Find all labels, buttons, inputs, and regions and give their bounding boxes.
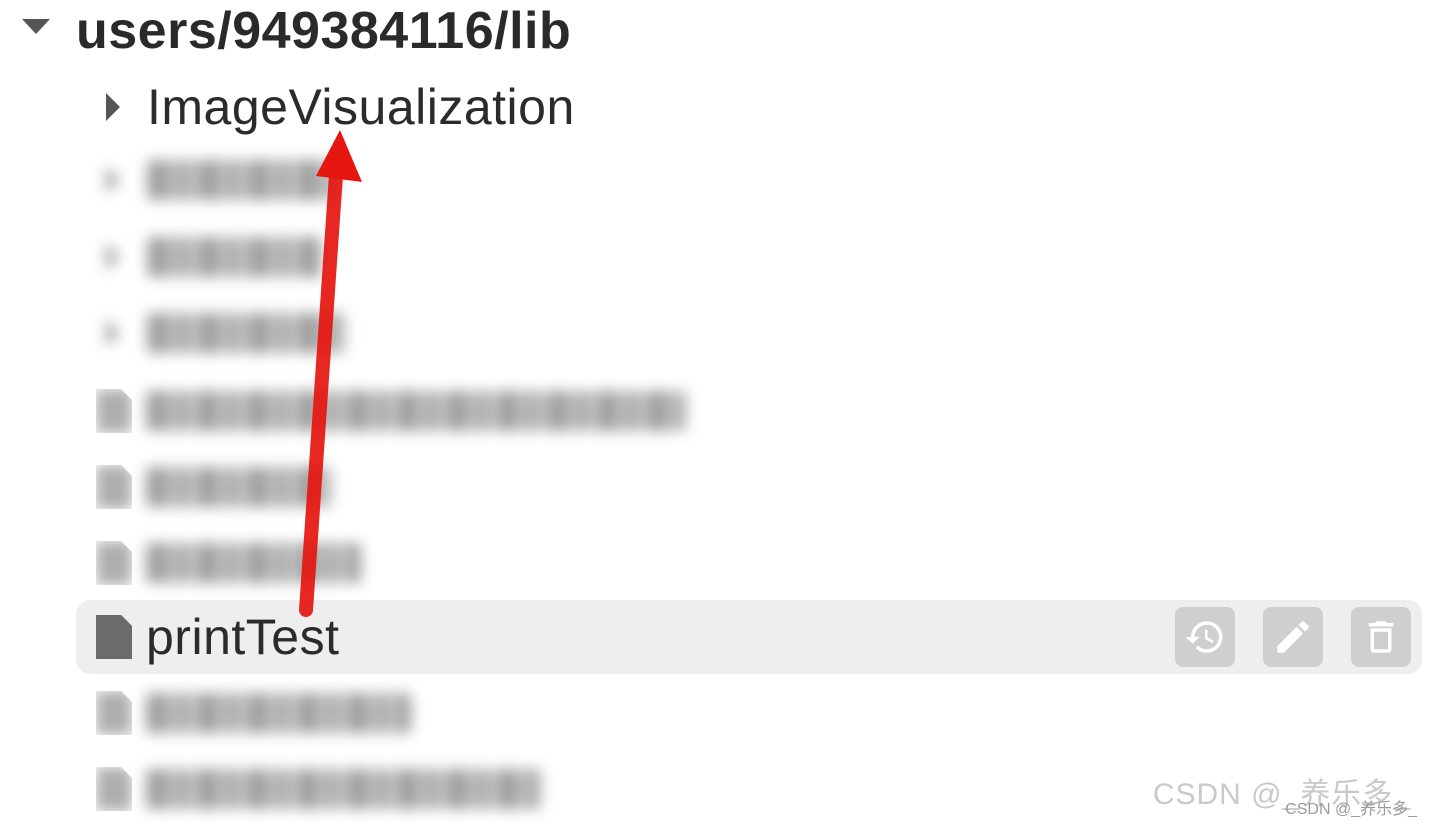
folder-row-redacted[interactable]	[106, 220, 322, 294]
folder-row-redacted[interactable]	[106, 296, 347, 370]
trash-icon	[1368, 621, 1394, 653]
redacted-file-label	[146, 391, 686, 431]
file-label: printTest	[146, 609, 340, 665]
file-row-redacted[interactable]	[96, 450, 331, 524]
redacted-file-label	[146, 769, 541, 809]
redacted-folder-label	[147, 313, 347, 353]
row-actions	[1175, 607, 1411, 667]
file-row-redacted[interactable]	[96, 752, 541, 826]
file-icon	[96, 615, 132, 659]
folder-row-imagevisualization[interactable]: ImageVisualization	[106, 70, 575, 144]
caret-right-icon[interactable]	[106, 319, 120, 347]
file-row-redacted[interactable]	[96, 374, 686, 448]
caret-right-icon[interactable]	[106, 166, 120, 194]
edit-button[interactable]	[1263, 607, 1323, 667]
history-icon	[1185, 621, 1223, 653]
history-button[interactable]	[1175, 607, 1235, 667]
caret-right-icon[interactable]	[106, 93, 120, 121]
file-icon	[96, 691, 132, 735]
watermark-small: CSDN @_养乐多_	[1285, 801, 1417, 818]
redacted-file-label	[146, 693, 411, 733]
caret-down-icon[interactable]	[22, 18, 50, 34]
folder-label: ImageVisualization	[147, 79, 575, 135]
root-folder-label: users/949384116/lib	[76, 2, 572, 60]
file-icon	[96, 465, 132, 509]
redacted-file-label	[146, 467, 331, 507]
file-row-redacted[interactable]	[96, 676, 411, 750]
file-row-redacted[interactable]	[96, 526, 361, 600]
pencil-icon	[1277, 621, 1309, 653]
redacted-folder-label	[147, 237, 322, 277]
file-icon	[96, 767, 132, 811]
file-row-printtest[interactable]: printTest	[96, 600, 339, 674]
folder-row-redacted[interactable]	[106, 143, 337, 217]
delete-button[interactable]	[1351, 607, 1411, 667]
file-icon	[96, 541, 132, 585]
caret-right-icon[interactable]	[106, 243, 120, 271]
file-icon	[96, 389, 132, 433]
redacted-file-label	[146, 543, 361, 583]
redacted-folder-label	[147, 160, 337, 200]
tree-root-row[interactable]: users/949384116/lib	[22, 0, 571, 62]
